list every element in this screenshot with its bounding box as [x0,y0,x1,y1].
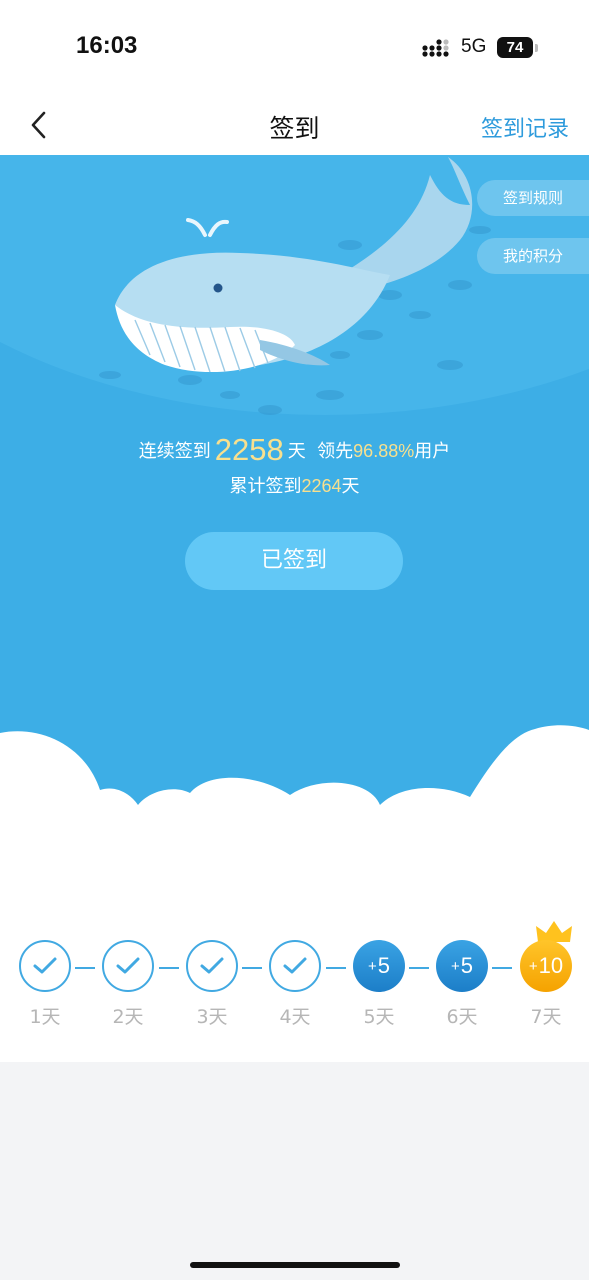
day-label: 2天 [112,1006,144,1028]
reward-badge: +5 [353,940,405,992]
connector-line [492,967,512,969]
my-points-button[interactable]: 我的积分 [477,238,589,274]
reward-badge: +5 [436,940,488,992]
day-label: 7天 [530,1006,562,1028]
connector-line [75,967,95,969]
total-days: 2264 [301,476,342,496]
day-3: 3天 [184,940,240,1029]
check-icon [19,940,71,992]
whale-illustration [99,157,491,415]
total-prefix: 累计签到 [229,476,302,497]
lead-percent: 96.88% [353,441,415,461]
lead-prefix: 领先 [317,441,354,462]
day-label: 6天 [446,1006,478,1028]
day-label: 1天 [29,1006,61,1028]
day-6: +5 6天 [434,940,490,1029]
day-4: 4天 [267,940,323,1029]
streak-unit: 天 [287,441,306,462]
cloud-decoration [0,725,589,900]
signed-in-button[interactable]: 已签到 [185,532,403,590]
battery-icon: 74 [497,37,533,58]
sign-rules-button[interactable]: 签到规则 [477,180,589,216]
check-icon [186,940,238,992]
network-type: 5G [461,36,487,57]
day-1: 1天 [17,940,73,1029]
day-label: 3天 [196,1006,228,1028]
connector-line [326,967,346,969]
day-7: +10 7天 [518,940,574,1029]
streak-prefix: 连续签到 [138,441,211,462]
sign-streak-strip: 1天 2天 3天 4天 +5 5天 +5 6天 +10 7天 [0,900,589,1062]
check-icon [102,940,154,992]
lead-suffix: 用户 [414,441,451,462]
streak-stat: 连续签到 2258 天 领先96.88%用户 [0,432,589,468]
day-label: 4天 [279,1006,311,1028]
nav-bar: 签到 签到记录 [0,95,589,155]
status-bar: 16:03 5G 74 [0,0,589,95]
connector-line [409,967,429,969]
status-time: 16:03 [76,32,138,59]
check-icon [269,940,321,992]
day-2: 2天 [100,940,156,1029]
home-indicator[interactable] [190,1262,400,1268]
signal-icon [422,39,449,57]
battery-tip [535,44,538,52]
day-5: +5 5天 [351,940,407,1029]
connector-line [242,967,262,969]
streak-days: 2258 [214,432,284,467]
bonus-reward-badge: +10 [520,940,572,992]
sign-history-link[interactable]: 签到记录 [481,111,569,143]
connector-line [159,967,179,969]
day-label: 5天 [363,1006,395,1028]
hero-banner: 签到规则 我的积分 连续签到 2258 天 领先96.88%用户 累计签到2264天… [0,155,589,900]
total-unit: 天 [341,476,360,497]
total-stat: 累计签到2264天 [0,472,589,498]
